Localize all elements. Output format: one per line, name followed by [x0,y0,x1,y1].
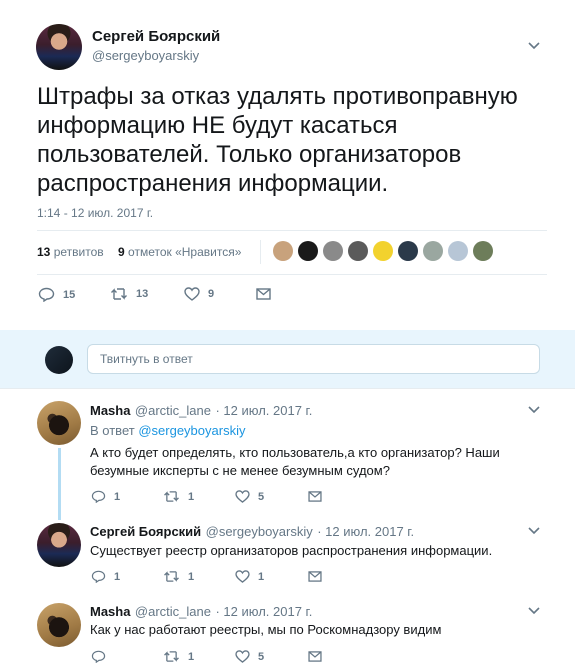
like-count: 5 [258,490,265,503]
liker-avatar[interactable] [448,241,468,261]
liker-avatar[interactable] [323,241,343,261]
reply-header: Masha @arctic_lane · 12 июл. 2017 г. [90,402,312,420]
reply-count: 1 [114,490,121,503]
like-action[interactable]: 1 [235,570,264,583]
chevron-down-icon[interactable] [528,607,540,615]
reply-action[interactable]: 1 [91,490,120,503]
retweet-icon [164,651,179,662]
divider [37,274,547,275]
reply-author-name[interactable]: Masha [90,604,130,619]
message-action[interactable] [256,288,271,300]
liker-avatar[interactable] [473,241,493,261]
reply-avatar[interactable] [37,401,81,445]
stats-separator [260,240,261,264]
reply-action[interactable]: 15 [38,287,75,302]
liker-avatar[interactable] [423,241,443,261]
heart-icon [235,490,250,503]
like-action[interactable]: 5 [235,490,264,503]
heart-icon [235,570,250,583]
author-avatar[interactable] [36,24,82,70]
tweet-text: Штрафы за отказ удалять противоправную и… [37,83,518,197]
retweet-icon [164,491,179,502]
like-action[interactable]: 9 [184,287,214,301]
message-action[interactable] [308,651,322,662]
envelope-icon [308,651,322,662]
reply-icon [91,490,106,503]
reply-action[interactable]: 1 [91,570,120,583]
current-user-avatar [45,346,73,374]
author-name[interactable]: Сергей Боярский [92,28,220,45]
like-count: 5 [258,650,265,663]
retweets-stat[interactable]: 13 ретвитов [37,245,104,259]
retweet-count: 1 [188,490,195,503]
reply-text: Существует реестр организаторов распрост… [90,543,493,558]
likes-label: отметок «Нравится» [128,245,242,259]
liker-avatar[interactable] [273,241,293,261]
reply-author-name[interactable]: Сергей Боярский [90,524,201,539]
chevron-down-icon[interactable] [528,406,540,414]
like-action[interactable]: 5 [235,650,264,663]
retweet-action[interactable]: 1 [163,570,194,583]
retweet-action[interactable]: 13 [110,287,148,301]
likes-count: 9 [118,245,125,259]
reply-to-prefix: В ответ [90,423,135,438]
reply-date[interactable]: · 12 июл. 2017 г. [215,604,312,619]
liker-avatar[interactable] [398,241,418,261]
retweet-action[interactable]: 1 [163,490,194,503]
thread-line [58,448,61,520]
reply-author-name[interactable]: Masha [90,403,130,418]
reply-icon [91,570,106,583]
divider [0,388,575,389]
like-count: 9 [208,288,215,300]
chevron-down-icon[interactable] [528,42,540,50]
retweets-label: ретвитов [53,245,104,259]
reply-icon [38,287,55,302]
divider [37,230,547,231]
reply-text: Как у нас работают реестры, мы по Роском… [90,622,442,637]
reply-author-handle[interactable]: @sergeyboyarskiy [206,524,313,539]
message-action[interactable] [308,491,322,502]
author-handle[interactable]: @sergeyboyarskiy [92,48,199,63]
retweet-count: 1 [188,650,195,663]
retweet-count: 13 [136,288,149,300]
retweet-icon [111,288,127,300]
retweet-count: 1 [188,570,195,583]
chevron-down-icon[interactable] [528,527,540,535]
reply-icon [91,650,106,663]
heart-icon [235,650,250,663]
liker-avatar[interactable] [373,241,393,261]
likes-stat[interactable]: 9 отметок «Нравится» [118,245,241,259]
reply-text: А кто будет определять, кто пользователь… [90,445,500,478]
message-action[interactable] [308,571,322,582]
retweet-icon [164,571,179,582]
heart-icon [184,287,200,301]
likers-avatars [273,241,493,261]
reply-input[interactable]: Твитнуть в ответ [87,344,540,374]
reply-avatar[interactable] [37,523,81,567]
reply-date[interactable]: · 12 июл. 2017 г. [215,403,312,418]
liker-avatar[interactable] [348,241,368,261]
retweets-count: 13 [37,245,51,259]
like-count: 1 [258,570,265,583]
reply-to-line: В ответ @sergeyboyarskiy [90,423,245,438]
reply-author-handle[interactable]: @arctic_lane [135,403,211,418]
reply-date[interactable]: · 12 июл. 2017 г. [317,524,414,539]
reply-avatar[interactable] [37,603,81,647]
envelope-icon [256,288,271,300]
reply-author-handle[interactable]: @arctic_lane [135,604,211,619]
reply-header: Сергей Боярский @sergeyboyarskiy · 12 ию… [90,523,414,541]
reply-action[interactable] [91,650,114,663]
retweet-action[interactable]: 1 [163,650,194,663]
reply-header: Masha @arctic_lane · 12 июл. 2017 г. [90,603,312,621]
reply-to-link[interactable]: @sergeyboyarskiy [138,423,245,438]
tweet-timestamp[interactable]: 1:14 - 12 июл. 2017 г. [37,206,153,220]
reply-count: 1 [114,570,121,583]
envelope-icon [308,571,322,582]
liker-avatar[interactable] [298,241,318,261]
envelope-icon [308,491,322,502]
reply-count: 15 [63,288,76,301]
